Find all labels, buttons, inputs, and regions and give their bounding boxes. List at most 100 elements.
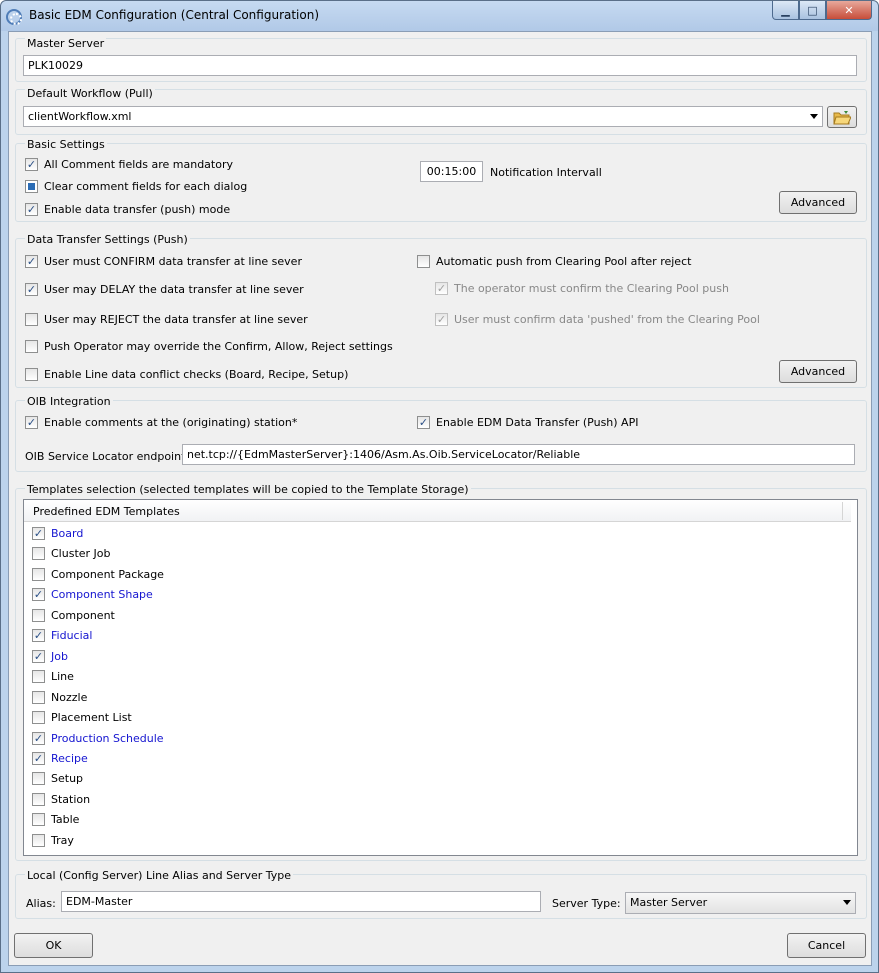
- server-type-value: Master Server: [630, 896, 708, 909]
- data-transfer-label: Data Transfer Settings (Push): [25, 233, 190, 246]
- all-comment-mandatory-checkbox[interactable]: ✓ All Comment fields are mandatory: [25, 158, 233, 171]
- templates-list-header[interactable]: Predefined EDM Templates: [24, 500, 851, 522]
- template-item-label: Line: [51, 670, 74, 684]
- checkbox-box[interactable]: ✓: [25, 416, 38, 429]
- notification-interval-label: Notification Intervall: [490, 166, 602, 179]
- checkbox-box[interactable]: ✓: [25, 158, 38, 171]
- template-item[interactable]: ✓ Job: [32, 649, 68, 663]
- checkbox-box[interactable]: ✓: [435, 282, 448, 295]
- templates-list[interactable]: Predefined EDM Templates ✓ Board Cluster J…: [23, 499, 858, 856]
- template-item[interactable]: ✓ Component Shape: [32, 588, 153, 602]
- checkbox-box[interactable]: [32, 813, 45, 827]
- ok-button[interactable]: OK: [14, 933, 93, 958]
- template-item-label: Component Shape: [51, 588, 153, 602]
- template-item-label: Recipe: [51, 751, 88, 765]
- default-workflow-label: Default Workflow (Pull): [25, 87, 155, 100]
- enable-api-checkbox[interactable]: ✓ Enable EDM Data Transfer (Push) API: [417, 416, 638, 429]
- template-item[interactable]: Nozzle: [32, 690, 88, 704]
- title-bar[interactable]: Basic EDM Configuration (Central Configu…: [1, 1, 878, 31]
- user-confirm-pushed-checkbox[interactable]: ✓ User must confirm data 'pushed' from t…: [435, 313, 760, 326]
- template-item-label: Fiducial: [51, 629, 93, 643]
- checkbox-box[interactable]: [25, 313, 38, 326]
- confirm-transfer-checkbox[interactable]: ✓ User must CONFIRM data transfer at lin…: [25, 255, 302, 268]
- template-item[interactable]: Line: [32, 670, 74, 684]
- checkbox-box[interactable]: ✓: [25, 255, 38, 268]
- checkbox-box[interactable]: ✓: [32, 731, 45, 745]
- enable-push-checkbox[interactable]: ✓ Enable data transfer (push) mode: [25, 203, 230, 216]
- checkbox-box[interactable]: ✓: [32, 527, 45, 540]
- checkbox-box[interactable]: [32, 690, 45, 704]
- alias-label: Alias:: [26, 897, 56, 910]
- template-item-label: Station: [51, 792, 91, 806]
- master-server-input[interactable]: PLK10029: [23, 55, 857, 76]
- window-title: Basic EDM Configuration (Central Configu…: [29, 8, 320, 22]
- column-header-templates[interactable]: Predefined EDM Templates: [33, 505, 180, 518]
- checkbox-box[interactable]: ✓: [32, 649, 45, 663]
- template-item-label: Production Schedule: [51, 731, 164, 745]
- checkbox-box[interactable]: ✓: [25, 283, 38, 296]
- enable-comments-checkbox[interactable]: ✓ Enable comments at the (originating) s…: [25, 416, 297, 429]
- template-item[interactable]: ✓ Board: [32, 527, 83, 540]
- clear-comment-checkbox[interactable]: Clear comment fields for each dialog: [25, 180, 247, 193]
- template-item-label: Component Package: [51, 567, 164, 581]
- template-item[interactable]: Tray: [32, 833, 74, 847]
- checkbox-box[interactable]: [32, 608, 45, 622]
- checkbox-box[interactable]: ✓: [32, 751, 45, 765]
- close-button[interactable]: ✕: [826, 1, 872, 20]
- endpoint-input[interactable]: net.tcp://{EdmMasterServer}:1406/Asm.As.…: [182, 444, 855, 465]
- checkbox-box[interactable]: [32, 772, 45, 786]
- maximize-button[interactable]: □: [799, 1, 826, 20]
- template-item[interactable]: Setup: [32, 772, 84, 786]
- chevron-down-icon[interactable]: [843, 900, 851, 905]
- template-item-label: Component: [51, 608, 115, 622]
- checkbox-box[interactable]: ✓: [32, 629, 45, 643]
- template-item[interactable]: Component: [32, 608, 115, 622]
- checkbox-box[interactable]: [32, 670, 45, 684]
- checkbox-box[interactable]: [32, 547, 45, 561]
- checkbox-box[interactable]: [25, 180, 38, 193]
- template-item[interactable]: ✓ Recipe: [32, 751, 88, 765]
- delay-transfer-checkbox[interactable]: ✓ User may DELAY the data transfer at li…: [25, 283, 304, 296]
- basic-advanced-button[interactable]: Advanced: [779, 191, 857, 214]
- conflict-checks-checkbox[interactable]: Enable Line data conflict checks (Board,…: [25, 368, 348, 381]
- browse-folder-button[interactable]: [827, 106, 857, 128]
- server-type-select[interactable]: Master Server: [625, 892, 856, 914]
- template-item-label: Placement List: [51, 711, 132, 725]
- workflow-value: clientWorkflow.xml: [28, 110, 132, 123]
- workflow-combobox[interactable]: clientWorkflow.xml: [23, 106, 823, 127]
- notification-interval-input[interactable]: 00:15:00: [420, 161, 483, 182]
- template-item[interactable]: Cluster Job: [32, 547, 111, 561]
- checkbox-box[interactable]: [32, 792, 45, 806]
- reject-transfer-checkbox[interactable]: User may REJECT the data transfer at lin…: [25, 313, 308, 326]
- template-item[interactable]: Station: [32, 792, 91, 806]
- transfer-advanced-button[interactable]: Advanced: [779, 360, 857, 383]
- template-item-label: Setup: [51, 772, 84, 786]
- checkbox-box[interactable]: ✓: [435, 313, 448, 326]
- auto-push-checkbox[interactable]: Automatic push from Clearing Pool after …: [417, 255, 691, 268]
- checkbox-box[interactable]: [32, 567, 45, 581]
- checkbox-box[interactable]: ✓: [25, 203, 38, 216]
- master-server-label: Master Server: [25, 37, 107, 50]
- oib-label: OIB Integration: [25, 395, 113, 408]
- cancel-button[interactable]: Cancel: [787, 933, 866, 958]
- checkbox-box[interactable]: [32, 711, 45, 725]
- chevron-down-icon[interactable]: [810, 114, 818, 119]
- operator-confirm-pool-checkbox[interactable]: ✓ The operator must confirm the Clearing…: [435, 282, 729, 295]
- checkbox-box[interactable]: [25, 368, 38, 381]
- template-item[interactable]: Placement List: [32, 711, 132, 725]
- dialog-window: Basic EDM Configuration (Central Configu…: [0, 0, 879, 973]
- local-label: Local (Config Server) Line Alias and Ser…: [25, 869, 293, 882]
- checkbox-box[interactable]: [25, 340, 38, 353]
- checkbox-box[interactable]: ✓: [32, 588, 45, 602]
- checkbox-box[interactable]: ✓: [417, 416, 430, 429]
- template-item-label: Nozzle: [51, 690, 88, 704]
- operator-override-checkbox[interactable]: Push Operator may override the Confirm, …: [25, 340, 393, 353]
- template-item[interactable]: Component Package: [32, 567, 164, 581]
- template-item[interactable]: ✓ Production Schedule: [32, 731, 164, 745]
- checkbox-box[interactable]: [32, 833, 45, 847]
- alias-input[interactable]: EDM-Master: [61, 891, 541, 912]
- checkbox-box[interactable]: [417, 255, 430, 268]
- template-item[interactable]: ✓ Fiducial: [32, 629, 93, 643]
- template-item[interactable]: Table: [32, 813, 79, 827]
- minimize-button[interactable]: ▁: [772, 1, 799, 20]
